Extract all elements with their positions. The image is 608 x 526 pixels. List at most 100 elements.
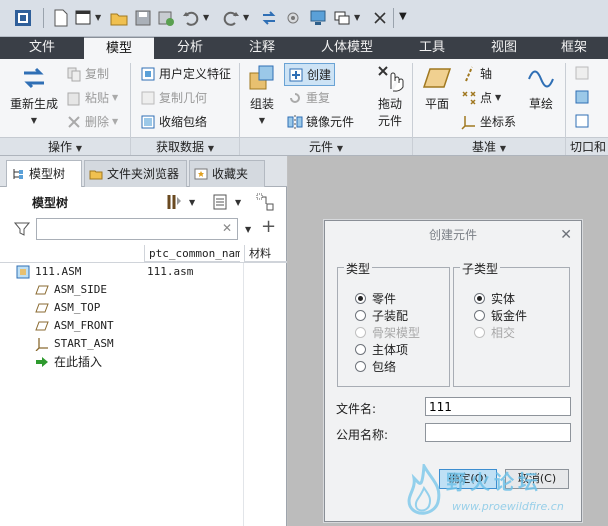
shrinkwrap-button[interactable]: 收缩包络 [140,113,207,130]
tab-favorites[interactable]: 收藏夹 [189,160,265,187]
regenerate-label: 重新生成 [9,97,58,111]
tab-annotate[interactable]: 注释 [226,37,298,59]
tree-settings-icon[interactable] [165,193,183,211]
tab-model[interactable]: 模型 [84,37,154,59]
mirror-component-button[interactable]: 镜像元件 [287,113,354,130]
repeat-label: 重复 [306,91,331,105]
cut-group-footer[interactable]: 切口和 [566,137,608,155]
tree-row-root[interactable]: 111.ASM [16,263,81,281]
create-icon [289,68,303,81]
copy-geometry-button[interactable]: 复制几何 [140,89,207,106]
redo-icon[interactable] [222,9,240,27]
type-radio-skeleton: 骨架模型 [355,324,420,341]
settings-icon[interactable] [284,9,302,27]
tree-settings-dropdown[interactable]: ▼ [189,198,195,207]
udf-button[interactable]: 用户定义特征 [140,65,231,82]
save-icon[interactable] [134,9,152,27]
type-radio-subassembly[interactable]: 子装配 [355,307,408,324]
axis-button[interactable]: 轴 [461,65,492,82]
common-name-field[interactable] [425,423,571,442]
tab-folder-browser[interactable]: 文件夹浏览器 [84,160,187,187]
operations-group-footer[interactable]: 操作 ▼ [0,137,130,155]
tree-row-label: ASM_FRONT [54,319,114,332]
subtype-legend: 子类型 [460,260,501,277]
tree-row[interactable]: ASM_SIDE [35,281,107,299]
ok-button[interactable]: 确定(O) [439,469,497,489]
tree-row[interactable]: ASM_TOP [35,299,100,317]
point-icon [462,90,476,105]
delete-button[interactable]: 删除 ▼ [66,113,118,130]
assemble-button[interactable]: 组装 ▼ [244,63,280,126]
tab-analysis[interactable]: 分析 [154,37,226,59]
drag-component-button[interactable]: 拖动 元件 [372,63,408,129]
cut-icon-3[interactable] [574,113,590,129]
create-button[interactable]: 创建 [284,63,336,86]
hierarchy-icon[interactable] [255,192,275,212]
cut-icon-2[interactable] [574,89,590,105]
subtype-group: 子类型 实体 钣金件 相交 [453,260,570,387]
open-folder-icon[interactable] [110,9,128,27]
undo-icon[interactable] [182,9,200,27]
component-group-footer[interactable]: 元件 ▼ [240,137,412,155]
tab-model-tree[interactable]: 模型树 [6,160,82,187]
column-header-material[interactable]: 材料 [244,245,287,262]
show-columns-dropdown[interactable]: ▼ [235,198,241,207]
column-header-common-name[interactable]: ptc_common_name [144,245,240,262]
type-radio-envelope[interactable]: 包络 [355,358,396,375]
regenerate-button[interactable]: 重新生成 ▼ [8,63,60,126]
copy-icon [67,67,81,81]
tree-icon [13,169,23,179]
cancel-button[interactable]: 取消(C) [505,469,569,489]
repeat-button[interactable]: 重复 [287,89,330,106]
tab-tools[interactable]: 工具 [396,37,468,59]
copy-button[interactable]: 复制 [66,65,109,82]
tree-row[interactable]: START_ASM [35,335,114,353]
tab-favorites-label: 收藏夹 [212,166,249,181]
delete-label: 删除 [85,115,110,129]
filter-icon[interactable] [14,221,30,237]
filter-dropdown[interactable]: ▼ [245,225,251,234]
tree-row-insert-here[interactable]: 在此插入 [35,353,102,371]
common-name-label: 公用名称: [336,428,389,442]
create-label: 创建 [307,68,332,82]
tree-filter-input[interactable] [36,218,238,240]
customize-icon[interactable]: ▼ [399,11,407,22]
subtype-radio-solid[interactable]: 实体 [474,290,515,307]
close-icon[interactable]: ✕ [560,227,572,243]
regenerate-icon[interactable] [260,9,278,27]
monitor-icon[interactable] [309,9,327,27]
filename-field[interactable] [425,397,571,416]
add-filter-icon[interactable]: + [261,216,276,237]
plane-button[interactable]: 平面 [418,63,456,112]
tab-folder-browser-label: 文件夹浏览器 [107,166,180,181]
sketch-button[interactable]: 草绘 [524,63,558,112]
drag-label: 拖动 [377,97,402,111]
save-copy-icon[interactable] [157,9,175,27]
get-data-group-footer[interactable]: 获取数据 ▼ [131,137,239,155]
clear-filter-icon[interactable]: ✕ [222,221,232,235]
type-radio-bulk-item[interactable]: 主体项 [355,341,408,358]
subtype-radio-sheetmetal[interactable]: 钣金件 [474,307,527,324]
type-radio-part[interactable]: 零件 [355,290,396,307]
close-icon[interactable] [371,9,389,27]
create-component-dialog: 创建元件 ✕ 类型 零件 子装配 骨架模型 主体项 包络 子类型 实体 钣金件 … [324,220,582,522]
window-icon[interactable] [14,9,32,27]
cut-icon-1[interactable] [574,65,590,81]
regenerate-icon [24,67,44,89]
tab-framework[interactable]: 框架 [540,37,608,59]
point-button[interactable]: 点 ▼ [461,89,501,106]
window-icon[interactable] [74,9,92,27]
paste-button[interactable]: 粘贴 ▼ [66,89,118,106]
new-file-icon[interactable] [52,9,70,27]
tab-file[interactable]: 文件 [0,37,84,59]
show-columns-icon[interactable] [211,193,229,211]
windows-icon[interactable] [333,9,351,27]
tree-row-label: ASM_SIDE [54,283,107,296]
datum-group-footer[interactable]: 基准 ▼ [413,137,565,155]
csys-icon [35,338,48,351]
tab-view[interactable]: 视图 [468,37,540,59]
tree-row[interactable]: ASM_FRONT [35,317,114,335]
type-group: 类型 零件 子装配 骨架模型 主体项 包络 [337,260,450,387]
csys-button[interactable]: 坐标系 [461,113,516,130]
tab-manikin[interactable]: 人体模型 [298,37,396,59]
